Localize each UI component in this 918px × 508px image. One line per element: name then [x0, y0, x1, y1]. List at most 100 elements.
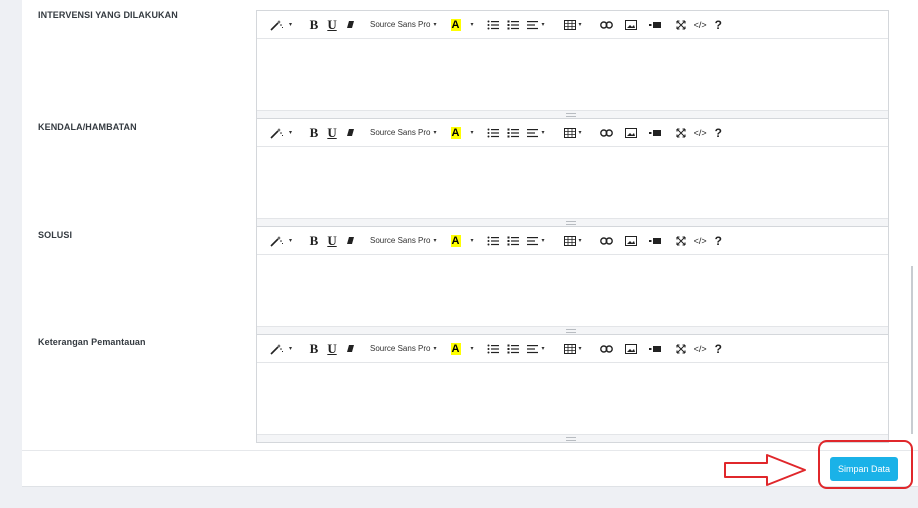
resize-handle[interactable]	[257, 218, 888, 226]
unordered-list-icon[interactable]	[486, 341, 500, 357]
resize-handle[interactable]	[257, 110, 888, 118]
underline-button[interactable]: U	[326, 125, 338, 141]
help-icon[interactable]: ?	[715, 125, 722, 141]
text-color-button[interactable]: A	[450, 342, 461, 355]
picture-icon[interactable]	[624, 125, 638, 141]
bold-button[interactable]: B	[308, 341, 320, 357]
link-icon[interactable]	[600, 233, 614, 249]
editor-toolbar: ▾ B U Source Sans Pro ▾ A ▾ ▾ ▾ </> ?	[257, 335, 888, 363]
chevron-down-icon[interactable]: ▾	[471, 21, 474, 28]
help-icon[interactable]: ?	[715, 17, 722, 33]
text-color-button[interactable]: A	[450, 126, 461, 139]
font-family-dropdown[interactable]: Source Sans Pro ▾	[370, 233, 437, 249]
save-data-button[interactable]: Simpan Data	[830, 457, 898, 481]
chevron-down-icon[interactable]: ▾	[579, 237, 582, 244]
bold-button[interactable]: B	[308, 17, 320, 33]
align-icon[interactable]	[526, 17, 540, 33]
chevron-down-icon[interactable]: ▾	[542, 129, 545, 136]
link-icon[interactable]	[600, 17, 614, 33]
unordered-list-icon[interactable]	[486, 125, 500, 141]
magic-wand-icon[interactable]	[267, 17, 287, 33]
font-name-label: Source Sans Pro	[370, 344, 431, 353]
text-color-button[interactable]: A	[450, 18, 461, 31]
rich-text-editor-solusi: ▾ B U Source Sans Pro ▾ A ▾ ▾ ▾ </> ?	[256, 226, 889, 335]
underline-button[interactable]: U	[326, 341, 338, 357]
scrollbar-track[interactable]	[911, 266, 913, 434]
editor-content-area[interactable]	[257, 255, 888, 334]
video-icon[interactable]	[648, 341, 662, 357]
magic-wand-icon[interactable]	[267, 233, 287, 249]
editor-toolbar: ▾ B U Source Sans Pro ▾ A ▾ ▾ ▾ </> ?	[257, 119, 888, 147]
table-icon[interactable]	[563, 341, 577, 357]
fullscreen-icon[interactable]	[674, 125, 688, 141]
text-color-button[interactable]: A	[450, 234, 461, 247]
chevron-down-icon[interactable]: ▾	[542, 21, 545, 28]
ordered-list-icon[interactable]	[506, 233, 520, 249]
chevron-down-icon[interactable]: ▾	[471, 237, 474, 244]
rich-text-editor-intervensi: ▾ B U Source Sans Pro ▾ A ▾ ▾ ▾ </> ?	[256, 10, 889, 119]
field-label-keterangan: Keterangan Pemantauan	[38, 337, 146, 347]
editor-toolbar: ▾ B U Source Sans Pro ▾ A ▾ ▾ ▾ </> ?	[257, 227, 888, 255]
fullscreen-icon[interactable]	[674, 233, 688, 249]
code-view-icon[interactable]: </>	[694, 233, 707, 249]
underline-button[interactable]: U	[326, 17, 338, 33]
table-icon[interactable]	[563, 125, 577, 141]
align-icon[interactable]	[526, 125, 540, 141]
font-name-label: Source Sans Pro	[370, 236, 431, 245]
align-icon[interactable]	[526, 233, 540, 249]
unordered-list-icon[interactable]	[486, 233, 500, 249]
code-view-icon[interactable]: </>	[694, 17, 707, 33]
table-icon[interactable]	[563, 233, 577, 249]
font-name-label: Source Sans Pro	[370, 20, 431, 29]
picture-icon[interactable]	[624, 233, 638, 249]
footer-divider	[22, 450, 918, 451]
eraser-icon[interactable]	[344, 233, 356, 249]
bold-button[interactable]: B	[308, 125, 320, 141]
chevron-down-icon[interactable]: ▾	[579, 129, 582, 136]
bold-button[interactable]: B	[308, 233, 320, 249]
chevron-down-icon[interactable]: ▾	[542, 345, 545, 352]
picture-icon[interactable]	[624, 17, 638, 33]
link-icon[interactable]	[600, 341, 614, 357]
help-icon[interactable]: ?	[715, 341, 722, 357]
magic-wand-icon[interactable]	[267, 341, 287, 357]
editor-content-area[interactable]	[257, 363, 888, 442]
resize-handle[interactable]	[257, 326, 888, 334]
chevron-down-icon: ▾	[289, 238, 293, 244]
chevron-down-icon[interactable]: ▾	[471, 345, 474, 352]
font-family-dropdown[interactable]: Source Sans Pro ▾	[370, 125, 437, 141]
chevron-down-icon[interactable]: ▾	[579, 345, 582, 352]
link-icon[interactable]	[600, 125, 614, 141]
video-icon[interactable]	[648, 17, 662, 33]
editor-content-area[interactable]	[257, 39, 888, 118]
chevron-down-icon[interactable]: ▾	[542, 237, 545, 244]
editor-content-area[interactable]	[257, 147, 888, 226]
field-label-solusi: SOLUSI	[38, 230, 73, 240]
eraser-icon[interactable]	[344, 17, 356, 33]
font-family-dropdown[interactable]: Source Sans Pro ▾	[370, 17, 437, 33]
ordered-list-icon[interactable]	[506, 341, 520, 357]
underline-button[interactable]: U	[326, 233, 338, 249]
chevron-down-icon[interactable]: ▾	[579, 21, 582, 28]
picture-icon[interactable]	[624, 341, 638, 357]
video-icon[interactable]	[648, 125, 662, 141]
video-icon[interactable]	[648, 233, 662, 249]
chevron-down-icon: ▾	[433, 346, 437, 352]
eraser-icon[interactable]	[344, 125, 356, 141]
field-label-kendala: KENDALA/HAMBATAN	[38, 122, 137, 132]
align-icon[interactable]	[526, 341, 540, 357]
chevron-down-icon[interactable]: ▾	[471, 129, 474, 136]
eraser-icon[interactable]	[344, 341, 356, 357]
table-icon[interactable]	[563, 17, 577, 33]
ordered-list-icon[interactable]	[506, 125, 520, 141]
resize-handle[interactable]	[257, 434, 888, 442]
magic-wand-icon[interactable]	[267, 125, 287, 141]
help-icon[interactable]: ?	[715, 233, 722, 249]
ordered-list-icon[interactable]	[506, 17, 520, 33]
fullscreen-icon[interactable]	[674, 341, 688, 357]
unordered-list-icon[interactable]	[486, 17, 500, 33]
fullscreen-icon[interactable]	[674, 17, 688, 33]
code-view-icon[interactable]: </>	[694, 125, 707, 141]
font-family-dropdown[interactable]: Source Sans Pro ▾	[370, 341, 437, 357]
code-view-icon[interactable]: </>	[694, 341, 707, 357]
